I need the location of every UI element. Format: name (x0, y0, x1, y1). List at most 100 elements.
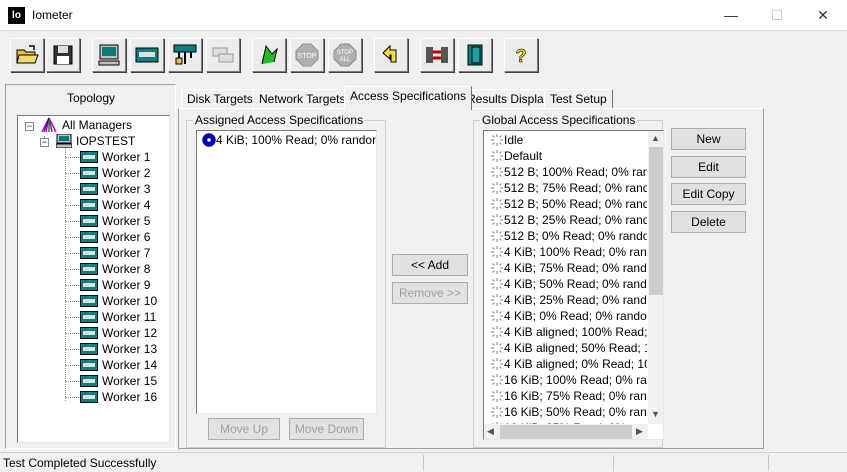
scroll-up-icon[interactable]: ▲ (651, 133, 660, 143)
tab-test-setup[interactable]: Test Setup (544, 89, 613, 109)
toolbar: STOP STOP ALL ? (0, 32, 847, 82)
assigned-specs-title: Assigned Access Specifications (193, 113, 366, 127)
scroll-right-icon[interactable]: ▶ (636, 426, 643, 437)
tree-connector (65, 381, 79, 382)
exit-button[interactable] (458, 38, 492, 72)
move-down-button[interactable]: Move Down (289, 418, 364, 440)
disconnect-button[interactable] (420, 38, 454, 72)
worker-disk-icon (80, 215, 98, 227)
exit-door-icon (467, 44, 483, 66)
list-item[interactable]: 512 B; 25% Read; 0% random (487, 212, 647, 228)
remove-button[interactable]: Remove >> (392, 282, 468, 304)
tab-access-specifications[interactable]: Access Specifications (344, 86, 473, 110)
new-network-worker-button[interactable] (168, 38, 202, 72)
topology-tree[interactable]: − All Managers − IOPSTEST Worker 1 Worker… (17, 115, 170, 443)
list-item[interactable]: 4 KiB; 100% Read; 0% random (487, 244, 647, 260)
green-flag-icon (261, 44, 278, 65)
list-item[interactable]: 512 B; 75% Read; 0% random (487, 180, 647, 196)
list-item-label: 4 KiB; 25% Read; 0% random (504, 293, 647, 307)
close-button[interactable]: ✕ (800, 0, 846, 31)
list-item[interactable]: 4 KiB aligned; 0% Read; 100% (487, 356, 647, 372)
spec-spinner-icon (491, 262, 503, 274)
list-item[interactable]: 512 B; 100% Read; 0% random (487, 164, 647, 180)
list-item[interactable]: 512 B; 0% Read; 0% random (487, 228, 647, 244)
horizontal-scroll-thumb[interactable] (500, 425, 632, 439)
save-config-button[interactable] (46, 38, 80, 72)
maximize-button[interactable]: ☐ (754, 0, 800, 31)
tree-connector (65, 237, 79, 238)
edit-spec-button[interactable]: Edit (671, 156, 746, 178)
list-item[interactable]: 4 KiB; 75% Read; 0% random (487, 260, 647, 276)
global-specs-list[interactable]: Idle Default 512 B; 100% Read; 0% random 51… (483, 130, 664, 440)
list-item[interactable]: 4 KiB; 0% Read; 0% random (487, 308, 647, 324)
reset-workers-button[interactable] (374, 38, 408, 72)
expand-manager-toggle[interactable]: − (40, 138, 49, 147)
duplicate-worker-button[interactable] (206, 38, 240, 72)
list-item-label: 4 KiB aligned; 50% Read; 100 (504, 341, 647, 355)
list-item-label: 4 KiB; 100% Read; 0% random (216, 133, 377, 147)
undo-arrow-icon (382, 44, 397, 63)
tab-disk-targets[interactable]: Disk Targets (181, 89, 259, 109)
start-tests-button[interactable] (252, 38, 286, 72)
minimize-button[interactable]: — (708, 0, 754, 31)
tree-connector (65, 333, 79, 334)
new-spec-button[interactable]: New (671, 128, 746, 150)
worker-disk-icon (80, 183, 98, 195)
list-item-label: 4 KiB; 50% Read; 0% random (504, 277, 647, 291)
stop-button[interactable]: STOP (290, 38, 324, 72)
scroll-down-icon[interactable]: ▼ (651, 409, 660, 419)
assigned-specs-list[interactable]: 4 KiB; 100% Read; 0% random (196, 130, 377, 414)
tab-results-display[interactable]: Results Display (461, 89, 556, 109)
list-item[interactable]: 16 KiB; 100% Read; 0% random (487, 372, 647, 388)
worker-disk-icon (80, 263, 98, 275)
add-button[interactable]: << Add (392, 254, 468, 276)
list-item-label: 4 KiB; 100% Read; 0% random (504, 245, 647, 259)
list-item[interactable]: 4 KiB; 25% Read; 0% random (487, 292, 647, 308)
list-item[interactable]: 16 KiB; 75% Read; 0% random (487, 388, 647, 404)
scroll-left-icon[interactable]: ◀ (487, 426, 494, 437)
list-item[interactable]: Default (487, 148, 647, 164)
list-item[interactable]: 4 KiB; 100% Read; 0% random (200, 132, 377, 148)
list-item[interactable]: 4 KiB aligned; 100% Read; 100 (487, 324, 647, 340)
stop-all-button[interactable]: STOP ALL (328, 38, 362, 72)
spec-spinner-icon (491, 294, 503, 306)
open-config-button[interactable] (10, 38, 44, 72)
window-title: Iometer (32, 8, 73, 22)
delete-spec-button[interactable]: Delete (671, 211, 746, 233)
list-item-label: 4 KiB; 0% Read; 0% random (504, 309, 647, 323)
list-item[interactable]: 4 KiB; 50% Read; 0% random (487, 276, 647, 292)
spec-spinner-icon (491, 406, 503, 418)
global-list-horizontal-scrollbar[interactable]: ◀ ▶ (484, 424, 648, 439)
tab-network-targets[interactable]: Network Targets (253, 89, 352, 109)
global-list-vertical-scrollbar[interactable]: ▲ ▼ (648, 131, 663, 424)
expand-all-managers-toggle[interactable]: − (25, 122, 34, 131)
tree-item-label: Worker 3 (102, 182, 151, 196)
list-item[interactable]: Idle (487, 132, 647, 148)
spec-spinner-icon (491, 182, 503, 194)
list-item[interactable]: 16 KiB; 50% Read; 0% random (487, 404, 647, 420)
access-specifications-page: Assigned Access Specifications 4 KiB; 10… (178, 108, 764, 449)
worker-disk-icon (80, 231, 98, 243)
computer-icon (56, 134, 72, 148)
spec-spinner-icon (491, 310, 503, 322)
spec-spinner-icon (491, 342, 503, 354)
show-results-button[interactable] (92, 38, 126, 72)
tree-item-label: Worker 14 (102, 358, 158, 372)
spec-spinner-icon (491, 166, 503, 178)
list-item-label: Idle (504, 133, 524, 147)
move-up-button[interactable]: Move Up (208, 418, 280, 440)
help-button[interactable]: ? (504, 38, 538, 72)
duplicate-icon (212, 47, 234, 63)
list-item[interactable]: 4 KiB aligned; 50% Read; 100 (487, 340, 647, 356)
worker-disk-icon (80, 343, 98, 355)
new-disk-worker-button[interactable] (130, 38, 164, 72)
worker-disk-icon (80, 167, 98, 179)
edit-copy-spec-button[interactable]: Edit Copy (671, 183, 746, 205)
stop-sign-icon: STOP (295, 43, 319, 67)
vertical-scroll-thumb[interactable] (649, 147, 663, 295)
list-item[interactable]: 512 B; 50% Read; 0% random (487, 196, 647, 212)
tree-item-label: Worker 11 (102, 310, 157, 324)
tree-connector (65, 173, 79, 174)
tree-item-label: Worker 4 (102, 198, 151, 212)
svg-text:STOP: STOP (298, 53, 317, 60)
